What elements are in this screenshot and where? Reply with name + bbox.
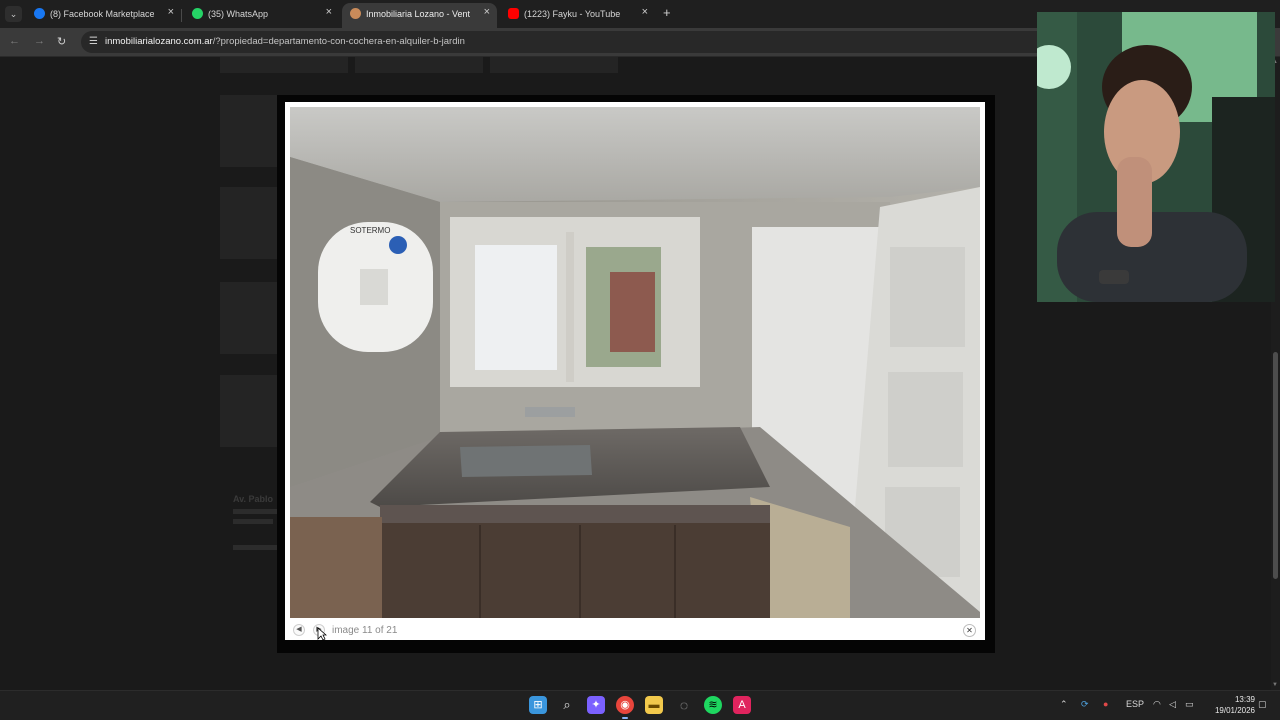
search-icon[interactable]: ⌕ [558,696,576,714]
youtube-icon [508,8,519,19]
microphone-icon[interactable]: ● [1103,699,1108,709]
close-icon[interactable]: ✕ [963,624,976,637]
chevron-up-icon[interactable]: ⌃ [1060,699,1068,710]
close-icon[interactable]: × [642,6,648,18]
whatsapp-icon [192,8,203,19]
clock-date: 19/01/2026 [1214,706,1255,715]
tab-title: (35) WhatsApp [208,9,269,19]
property-photo[interactable]: SOTERMO [290,107,980,618]
image-counter: image 11 of 21 [332,625,398,636]
file-explorer-icon[interactable]: ▬ [645,696,663,714]
screen: ⌄ (8) Facebook Marketplace | Facebook × … [0,0,1280,720]
facebook-icon [34,8,45,19]
close-icon[interactable]: × [484,6,490,18]
tab-title: (8) Facebook Marketplace | Facebook [50,9,154,19]
site-info-icon[interactable]: ☰ [89,36,100,47]
tab-facebook[interactable]: (8) Facebook Marketplace | Facebook × [26,3,182,28]
tab-search-button[interactable]: ⌄ [5,6,22,22]
bg-thumbnail [220,187,280,259]
opera-gx-icon[interactable]: ◌ [675,696,693,714]
forward-button[interactable]: → [34,35,45,47]
spotify-icon[interactable]: ≋ [704,696,722,714]
notification-icon[interactable]: ▢ [1258,699,1267,710]
scroll-thumb[interactable] [1273,352,1278,579]
tab-whatsapp[interactable]: (35) WhatsApp × [184,3,339,28]
bg-thumbnail [355,57,483,73]
sync-icon[interactable]: ⟳ [1081,699,1089,710]
copilot-icon[interactable]: ✦ [587,696,605,714]
tab-lozano[interactable]: Inmobiliaria Lozano - Venta y Alquiler × [342,3,497,28]
wifi-icon[interactable]: ◠ [1153,699,1161,710]
taskbar: ⊞ ⌕ ✦ ◉ ▬ ◌ ≋ A ⌃ ⟳ ● ESP ◠ ◁ ▭ 13:39 19… [0,690,1280,720]
tab-title: (1223) Fayku - YouTube [524,9,621,19]
windows-start-icon[interactable]: ⊞ [529,696,547,714]
lightbox-footer: ◀ ▶ image 11 of 21 ✕ [285,620,985,640]
chrome-icon[interactable]: ◉ [616,696,634,719]
webcam-feed [1037,12,1275,302]
bg-thumbnail [220,57,348,73]
app-a-icon[interactable]: A [733,696,751,714]
back-button[interactable]: ← [9,35,20,47]
bg-thumbnail [220,375,280,447]
tab-divider [181,9,182,22]
close-icon[interactable]: × [168,6,174,18]
arrow-left-icon[interactable]: ◀ [293,624,305,636]
bg-thumbnail [490,57,618,73]
battery-icon[interactable]: ▭ [1185,699,1194,710]
kitchen-photo: SOTERMO [290,107,980,618]
new-tab-button[interactable]: + [663,5,671,20]
tab-title: Inmobiliaria Lozano - Venta y Alquiler [366,9,470,19]
url-text: inmobiliarialozano.com.ar/?propiedad=dep… [105,36,465,47]
close-icon[interactable]: × [326,6,332,18]
heater-label: SOTERMO [350,226,390,235]
system-clock[interactable]: 13:39 19/01/2026 [1205,694,1255,716]
lightbox-overlay: SOTERMO ◀ image 11 of 21 ✕ [277,95,995,653]
tab-youtube[interactable]: (1223) Fayku - YouTube × [500,3,655,28]
lozano-icon [350,8,361,19]
volume-icon[interactable]: ◁ [1169,699,1176,710]
reload-button[interactable]: ↻ [57,35,66,48]
mouse-cursor-icon [317,627,327,641]
bg-text-line [233,509,279,514]
lightbox-frame: SOTERMO ◀ image 11 of 21 ✕ [285,102,985,640]
clock-time: 13:39 [1234,695,1255,704]
bg-text-line [233,519,273,524]
bg-thumbnail [220,95,280,167]
scroll-down-icon[interactable]: ▼ [1272,682,1278,688]
bg-address: Av. Pablo [233,494,274,504]
bg-thumbnail [220,282,280,354]
webcam-overlay [1037,12,1275,302]
language-indicator[interactable]: ESP [1126,699,1144,709]
bg-text-line [233,545,279,550]
